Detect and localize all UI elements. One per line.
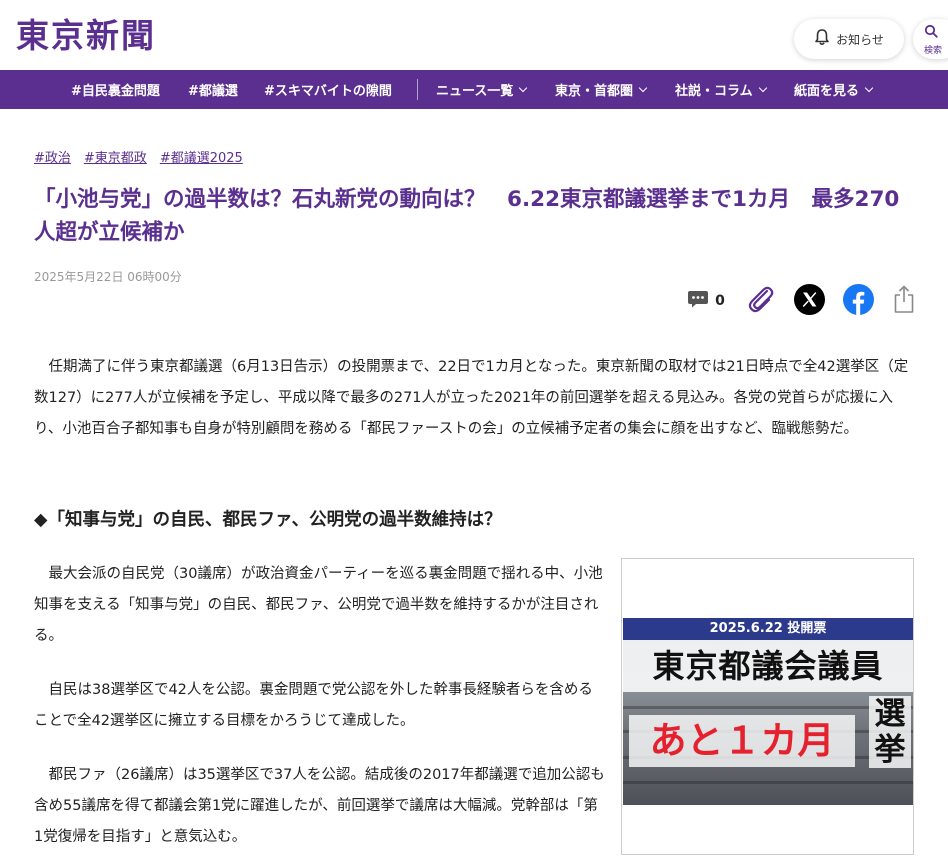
nav-item-label: 社説・コラム [675,84,753,99]
nav-item-label: 東京・首都圏 [555,84,634,99]
article-paragraph: 都民ファ（26議席）は35選挙区で37人を公認。結成後の2017年都議選で追加公… [34,767,605,845]
figure-countdown-text: あと１カ月 [629,715,855,767]
figure-date-band: 2025.6.22 投開票 [623,618,913,640]
comment-count: 0 [715,293,725,309]
chevron-down-icon [758,83,767,93]
tag-politics[interactable]: #政治 [34,147,71,166]
assembly-seat-row [623,781,913,784]
chevron-down-icon [519,83,528,93]
nav-item-label: #スキマバイトの隙間 [264,84,392,99]
chevron-down-icon [638,83,648,93]
nav-item-label: #自民裏金問題 [71,84,160,99]
figure-main-text: 東京都議会議員 [623,640,913,692]
nav-item-tokyo[interactable]: 東京・首都圏 [555,70,648,109]
tag-togisen-2025[interactable]: #都議選2025 [160,147,243,166]
share-icon [892,284,916,318]
paperclip-icon [745,283,775,319]
clip-button[interactable] [743,283,777,319]
nav-item-editorial[interactable]: 社説・コラム [675,70,767,109]
nav-item-paper[interactable]: 紙面を見る [794,70,874,109]
nav-item-news-list[interactable]: ニュース一覧 [436,70,528,109]
article-tags: #政治 #東京都政 #都議選2025 [34,147,243,166]
bell-icon [814,28,830,50]
nav-item-label: ニュース一覧 [436,84,514,99]
article-paragraph: 最大会派の自民党（30議席）が政治資金パーティーを巡る裏金問題で揺れる中、小池知… [34,566,603,644]
main-nav: #自民裏金問題 #都議選 #スキマバイトの隙間 ニュース一覧 東京・首都圏 社説… [0,70,948,109]
chevron-down-icon [864,83,874,93]
search-label: 検索 [924,45,943,56]
notice-label: お知らせ [836,32,884,47]
article-intro: 任期満了に伴う東京都議選（6月13日告示）の投開票まで、22日で1カ月となった。… [34,359,909,437]
nav-divider [417,79,418,100]
site-header: 東京新聞 お知らせ 検索 [0,0,948,70]
election-countdown-image: 2025.6.22 投開票 東京都議会議員 あと１カ月 選挙 [623,618,913,805]
nav-item-label: #都議選 [188,84,238,99]
search-icon [924,23,938,42]
article-date: 2025年5月22日 06時00分 [34,270,182,284]
tag-tokyo-government[interactable]: #東京都政 [84,147,147,166]
article-paragraph: 自民は38選挙区で42人を公認。裏金問題で党公認を外した幹事長経験者らを含めるこ… [34,682,593,729]
figure-vertical-text: 選挙 [869,696,911,768]
share-button[interactable] [888,283,920,319]
site-logo[interactable]: 東京新聞 [16,14,156,58]
comment-button[interactable]: 0 [684,283,728,319]
comment-icon [687,289,709,313]
article-title: 「小池与党」の過半数は？石丸新党の動向は？ 6.22東京都議選挙まで1カ月 最多… [34,187,900,245]
section-heading: ◆「知事与党」の自民、都民ファ、公明党の過半数維持は？ [34,510,502,530]
x-share-button[interactable] [792,283,826,319]
search-button[interactable]: 検索 [913,19,948,59]
facebook-share-button[interactable] [841,283,875,319]
x-logo-icon [793,283,825,319]
article-figure[interactable]: 2025.6.22 投開票 東京都議会議員 あと１カ月 選挙 [621,558,914,855]
facebook-logo-icon [842,283,874,319]
nav-item-sukimabaito[interactable]: #スキマバイトの隙間 [264,70,392,109]
nav-item-togisen[interactable]: #都議選 [188,70,238,109]
nav-item-label: 紙面を見る [794,84,860,99]
nav-item-uragane[interactable]: #自民裏金問題 [71,70,160,109]
notice-button[interactable]: お知らせ [794,19,904,59]
